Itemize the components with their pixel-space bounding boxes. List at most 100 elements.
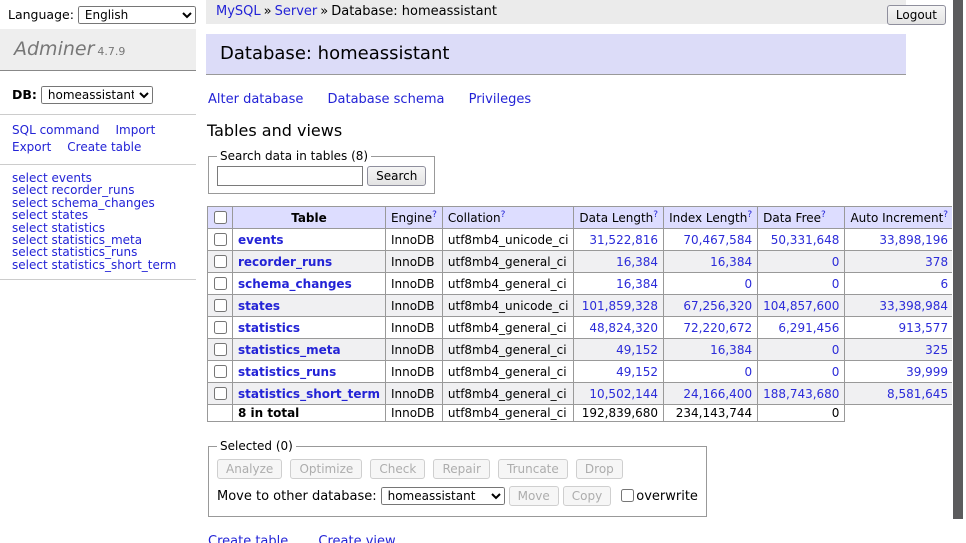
create-view-link[interactable]: Create view <box>318 534 395 543</box>
logout-button[interactable]: Logout <box>887 5 946 25</box>
auto-increment-cell: 6 <box>845 273 954 295</box>
row-checkbox[interactable] <box>214 343 227 356</box>
data-length-cell: 48,824,320 <box>574 317 664 339</box>
scrollbar-track[interactable] <box>952 0 966 543</box>
help-icon[interactable]: ? <box>747 210 752 220</box>
table-header-row: Table Engine? Collation? Data Length? In… <box>208 207 966 229</box>
sidebar-item-select-states[interactable]: select states <box>12 209 184 221</box>
optimize-button[interactable]: Optimize <box>290 459 362 479</box>
collation-cell: utf8mb4_general_ci <box>442 339 574 361</box>
breadcrumb-separator: » <box>264 4 272 19</box>
selected-fieldset: Selected (0) Analyze Optimize Check Repa… <box>208 439 707 517</box>
sidebar-divider <box>0 114 196 115</box>
privileges-link[interactable]: Privileges <box>469 92 532 107</box>
collation-cell: utf8mb4_general_ci <box>442 317 574 339</box>
help-icon[interactable]: ? <box>821 210 826 220</box>
overwrite-checkbox[interactable] <box>621 489 634 502</box>
table-link[interactable]: statistics_meta <box>238 343 341 357</box>
export-link[interactable]: Export <box>12 140 51 154</box>
main-content: MySQL»Server»Database: homeassistant Dat… <box>206 0 916 543</box>
breadcrumb-mysql-link[interactable]: MySQL <box>216 4 261 19</box>
row-checkbox[interactable] <box>214 299 227 312</box>
search-input[interactable] <box>217 166 363 186</box>
help-icon[interactable]: ? <box>432 210 437 220</box>
db-select[interactable]: homeassistant <box>41 86 153 104</box>
language-select[interactable]: English <box>78 6 196 24</box>
page-title: Database: homeassistant <box>206 34 906 75</box>
repair-button[interactable]: Repair <box>433 459 489 479</box>
column-header-index-length: Index Length? <box>664 207 758 229</box>
row-checkbox[interactable] <box>214 365 227 378</box>
column-header-table: Table <box>233 207 386 229</box>
total-collation-cell: utf8mb4_general_ci <box>442 405 574 422</box>
total-label-cell: 8 in total <box>233 405 386 422</box>
row-checkbox[interactable] <box>214 233 227 246</box>
sql-command-link[interactable]: SQL command <box>12 123 99 137</box>
drop-button[interactable]: Drop <box>576 459 623 479</box>
help-icon[interactable]: ? <box>943 210 948 220</box>
create-table-link[interactable]: Create table <box>208 534 288 543</box>
total-engine-cell: InnoDB <box>385 405 442 422</box>
help-icon[interactable]: ? <box>501 210 506 220</box>
row-checkbox[interactable] <box>214 277 227 290</box>
table-link[interactable]: statistics_runs <box>238 365 336 379</box>
brand-version: 4.7.9 <box>97 45 125 58</box>
sidebar-item-select-statistics-runs[interactable]: select statistics_runs <box>12 246 184 258</box>
collation-cell: utf8mb4_general_ci <box>442 251 574 273</box>
breadcrumb: MySQL»Server»Database: homeassistant <box>206 0 906 24</box>
import-link[interactable]: Import <box>115 123 155 137</box>
create-links-row: Create table Create view <box>208 534 916 543</box>
collation-cell: utf8mb4_unicode_ci <box>442 295 574 317</box>
move-database-select[interactable]: homeassistant <box>381 487 505 505</box>
language-label: Language: <box>8 7 74 22</box>
column-header-collation: Collation? <box>442 207 574 229</box>
data-length-cell: 10,502,144 <box>574 383 664 405</box>
check-button[interactable]: Check <box>370 459 425 479</box>
move-button[interactable]: Move <box>509 486 559 506</box>
overwrite-label[interactable]: overwrite <box>636 489 698 504</box>
alter-database-link[interactable]: Alter database <box>208 92 303 107</box>
data-free-cell: 104,857,600 <box>758 295 845 317</box>
scrollbar-thumb[interactable] <box>953 0 963 519</box>
search-button[interactable]: Search <box>367 166 426 186</box>
index-length-cell: 72,220,672 <box>664 317 758 339</box>
row-checkbox[interactable] <box>214 321 227 334</box>
data-free-cell: 0 <box>758 251 845 273</box>
sidebar-item-select-statistics-short-term[interactable]: select statistics_short_term <box>12 259 184 271</box>
auto-increment-cell: 8,581,645 <box>845 383 954 405</box>
table-link[interactable]: states <box>238 299 280 313</box>
data-length-cell: 101,859,328 <box>574 295 664 317</box>
table-link[interactable]: events <box>238 233 284 247</box>
engine-cell: InnoDB <box>385 251 442 273</box>
select-all-checkbox[interactable] <box>214 211 227 224</box>
copy-button[interactable]: Copy <box>563 486 611 506</box>
database-schema-link[interactable]: Database schema <box>328 92 445 107</box>
collation-cell: utf8mb4_unicode_ci <box>442 229 574 251</box>
auto-increment-cell: 378 <box>845 251 954 273</box>
auto-increment-cell: 33,898,196 <box>845 229 954 251</box>
column-header-engine: Engine? <box>385 207 442 229</box>
row-checkbox[interactable] <box>214 387 227 400</box>
table-row: statistics_short_term InnoDB utf8mb4_gen… <box>208 383 966 405</box>
engine-cell: InnoDB <box>385 295 442 317</box>
db-row: DB:homeassistant <box>0 86 196 104</box>
data-free-cell: 0 <box>758 339 845 361</box>
data-length-cell: 49,152 <box>574 339 664 361</box>
data-free-cell: 50,331,648 <box>758 229 845 251</box>
create-table-link-sidebar[interactable]: Create table <box>67 140 141 154</box>
table-link[interactable]: schema_changes <box>238 277 352 291</box>
auto-increment-cell: 325 <box>845 339 954 361</box>
auto-increment-cell: 33,398,984 <box>845 295 954 317</box>
help-icon[interactable]: ? <box>653 210 658 220</box>
table-link[interactable]: statistics_short_term <box>238 387 380 401</box>
row-checkbox[interactable] <box>214 255 227 268</box>
engine-cell: InnoDB <box>385 273 442 295</box>
engine-cell: InnoDB <box>385 317 442 339</box>
table-link[interactable]: statistics <box>238 321 300 335</box>
breadcrumb-server-link[interactable]: Server <box>275 4 318 19</box>
sidebar-item-select-recorder-runs[interactable]: select recorder_runs <box>12 184 184 196</box>
truncate-button[interactable]: Truncate <box>498 459 568 479</box>
table-link[interactable]: recorder_runs <box>238 255 332 269</box>
analyze-button[interactable]: Analyze <box>217 459 282 479</box>
table-row: schema_changes InnoDB utf8mb4_general_ci… <box>208 273 966 295</box>
